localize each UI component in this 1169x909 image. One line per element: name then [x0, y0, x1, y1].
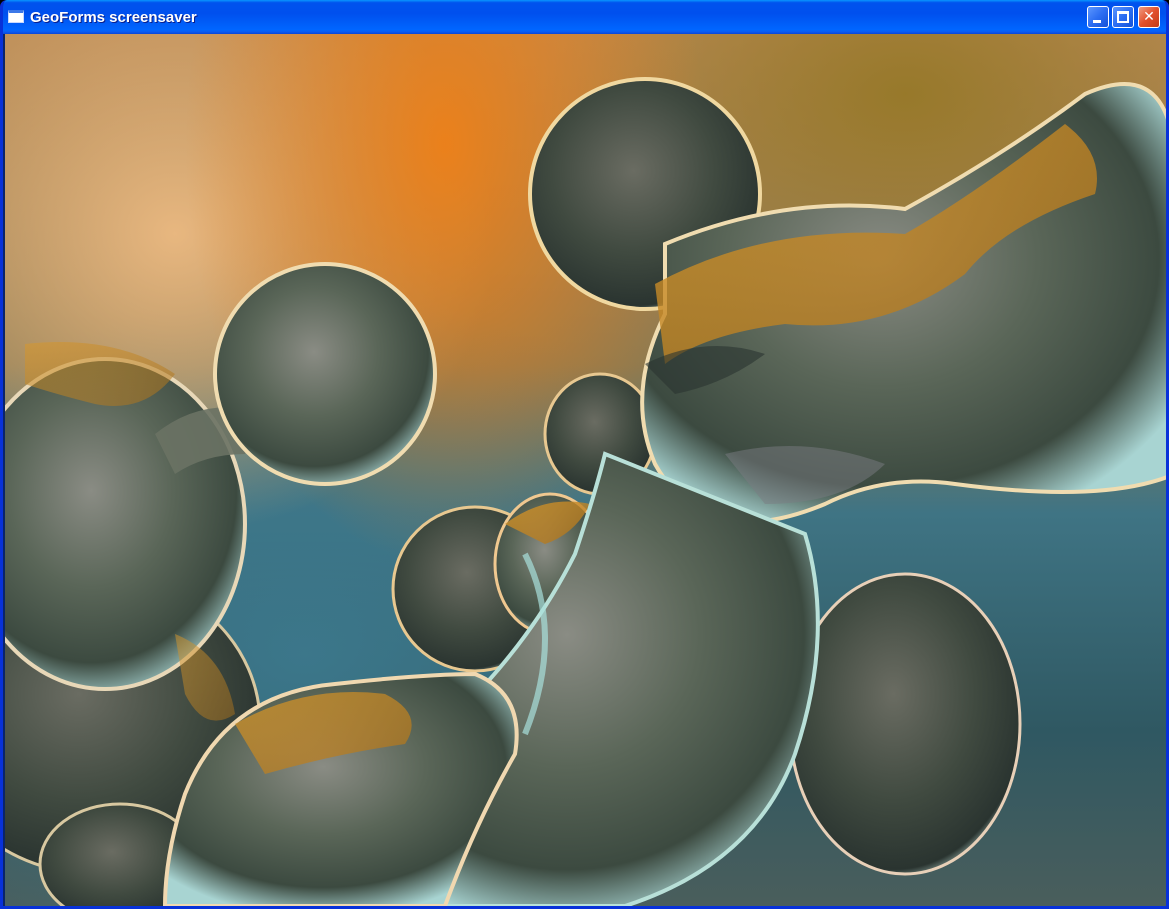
maximize-icon — [1117, 11, 1129, 23]
window-title: GeoForms screensaver — [30, 9, 197, 26]
app-window: GeoForms screensaver ✕ — [0, 0, 1169, 909]
blob-right-large — [162, 77, 1166, 906]
maximize-button[interactable] — [1112, 6, 1134, 28]
window-icon[interactable] — [8, 10, 24, 23]
minimize-icon — [1093, 20, 1101, 23]
minimize-button[interactable] — [1087, 6, 1109, 28]
close-button[interactable]: ✕ — [1138, 6, 1160, 28]
blob-scene — [5, 77, 1166, 906]
title-bar[interactable]: GeoForms screensaver ✕ — [3, 0, 1166, 34]
close-icon: ✕ — [1143, 9, 1155, 25]
screensaver-canvas[interactable] — [5, 34, 1166, 906]
